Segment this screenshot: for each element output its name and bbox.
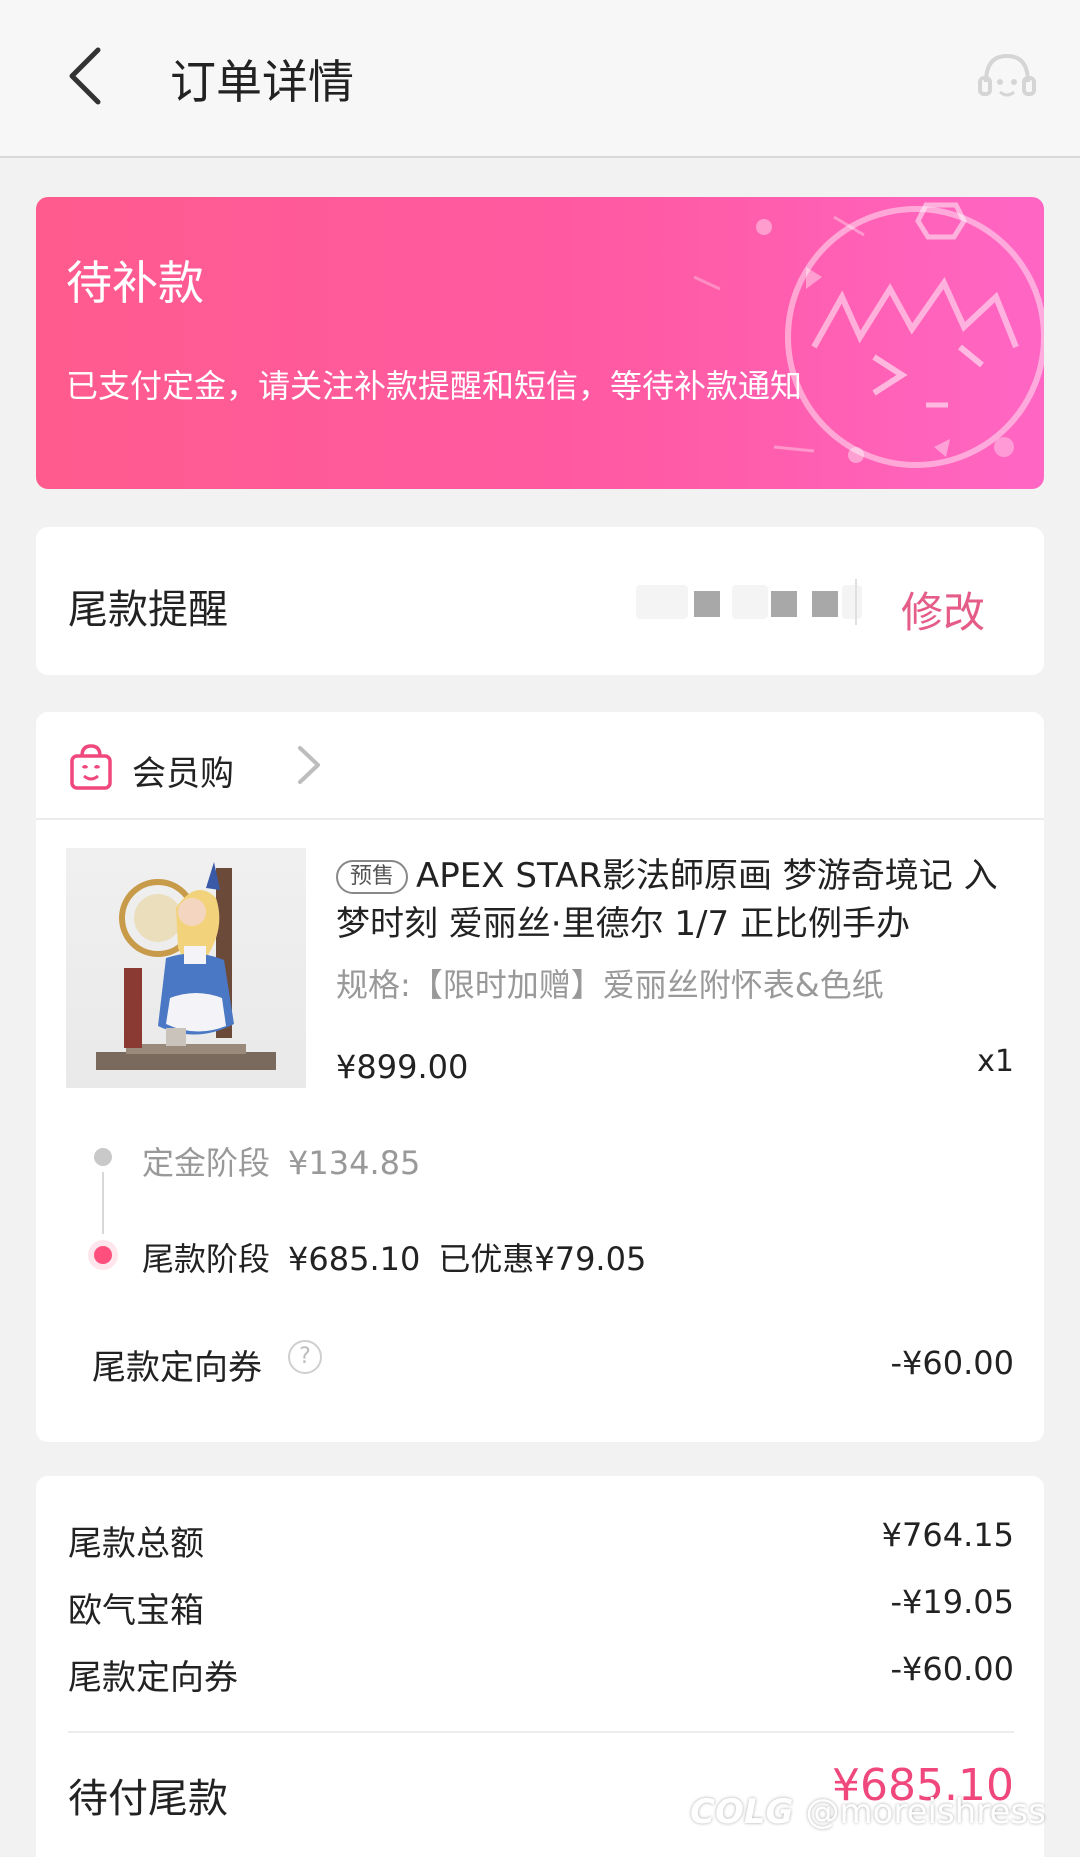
final-stage-amount: ¥685.10: [288, 1240, 421, 1278]
figure-illustration-icon: [96, 862, 276, 1070]
help-icon[interactable]: ?: [288, 1340, 322, 1374]
summary-row: 欧气宝箱 -¥19.05: [68, 1583, 1014, 1632]
nav-bar: 订单详情: [0, 0, 1080, 158]
edit-reminder-button[interactable]: 修改: [901, 579, 985, 640]
chevron-right-icon[interactable]: [294, 742, 324, 788]
final-stage-discount: 已优惠¥79.05: [438, 1240, 647, 1278]
summary-row-value: -¥60.00: [890, 1650, 1014, 1688]
back-arrow-icon[interactable]: [62, 44, 110, 108]
shopping-bag-icon: [70, 744, 112, 790]
product-name: APEX STAR影法師原画 梦游奇境记 入梦时刻 爱丽丝·里德尔 1/7 正比…: [336, 856, 998, 944]
deposit-stage-dot: [94, 1148, 112, 1166]
watermark: COLG @moreishress: [690, 1792, 1046, 1832]
amount-due-label: 待付尾款: [68, 1776, 228, 1822]
coupon-label: 尾款定向券: [92, 1348, 262, 1388]
divider: [68, 1731, 1014, 1733]
customer-service-icon[interactable]: [972, 42, 1042, 112]
reminder-label: 尾款提醒: [68, 587, 228, 633]
status-title: 待补款: [66, 256, 204, 310]
mascot-illustration-icon: [693, 202, 1044, 468]
order-item-card: 会员购 预售 APEX STAR影法師原画 梦游奇境记 入梦时刻 爱丽丝·里德尔 …: [36, 712, 1044, 1442]
final-stage-label: 尾款阶段: [142, 1240, 271, 1278]
summary-row-label: 欧气宝箱: [68, 1591, 204, 1631]
watermark-handle: @moreishress: [805, 1792, 1046, 1832]
summary-row: 尾款定向券 -¥60.00: [68, 1650, 1014, 1699]
final-stage: 尾款阶段 ¥685.10 已优惠¥79.05: [142, 1234, 664, 1280]
product-image[interactable]: [66, 848, 306, 1088]
summary-row-label: 尾款总额: [68, 1524, 204, 1564]
coupon-value: -¥60.00: [890, 1344, 1014, 1382]
stage-connector: [102, 1172, 104, 1234]
order-status-banner: 待补款 已支付定金，请关注补款提醒和短信，等待补款通知: [36, 197, 1044, 489]
page-title: 订单详情: [170, 55, 354, 109]
summary-row-label: 尾款定向券: [68, 1658, 238, 1698]
summary-row-value: -¥19.05: [890, 1583, 1014, 1621]
divider: [855, 579, 857, 625]
shop-name[interactable]: 会员购: [132, 746, 234, 795]
deposit-stage: 定金阶段 ¥134.85: [142, 1138, 438, 1184]
watermark-logo: COLG: [690, 1792, 794, 1832]
presale-badge: 预售: [336, 860, 409, 894]
summary-row-value: ¥764.15: [881, 1516, 1014, 1554]
reminder-time-redacted: [636, 585, 866, 619]
product-title[interactable]: 预售 APEX STAR影法師原画 梦游奇境记 入梦时刻 爱丽丝·里德尔 1/7 …: [336, 852, 1016, 948]
product-spec: 规格:【限时加赠】爱丽丝附怀表&色纸: [336, 966, 884, 1004]
summary-row: 尾款总额 ¥764.15: [68, 1516, 1014, 1565]
product-price: ¥899.00: [336, 1048, 469, 1086]
product-quantity: x1: [977, 1044, 1014, 1079]
deposit-stage-label: 定金阶段: [142, 1144, 271, 1182]
deposit-stage-amount: ¥134.85: [288, 1144, 421, 1182]
shop-header[interactable]: 会员购: [36, 712, 1044, 820]
final-stage-dot: [94, 1246, 112, 1264]
payment-reminder-card: 尾款提醒 修改: [36, 527, 1044, 675]
